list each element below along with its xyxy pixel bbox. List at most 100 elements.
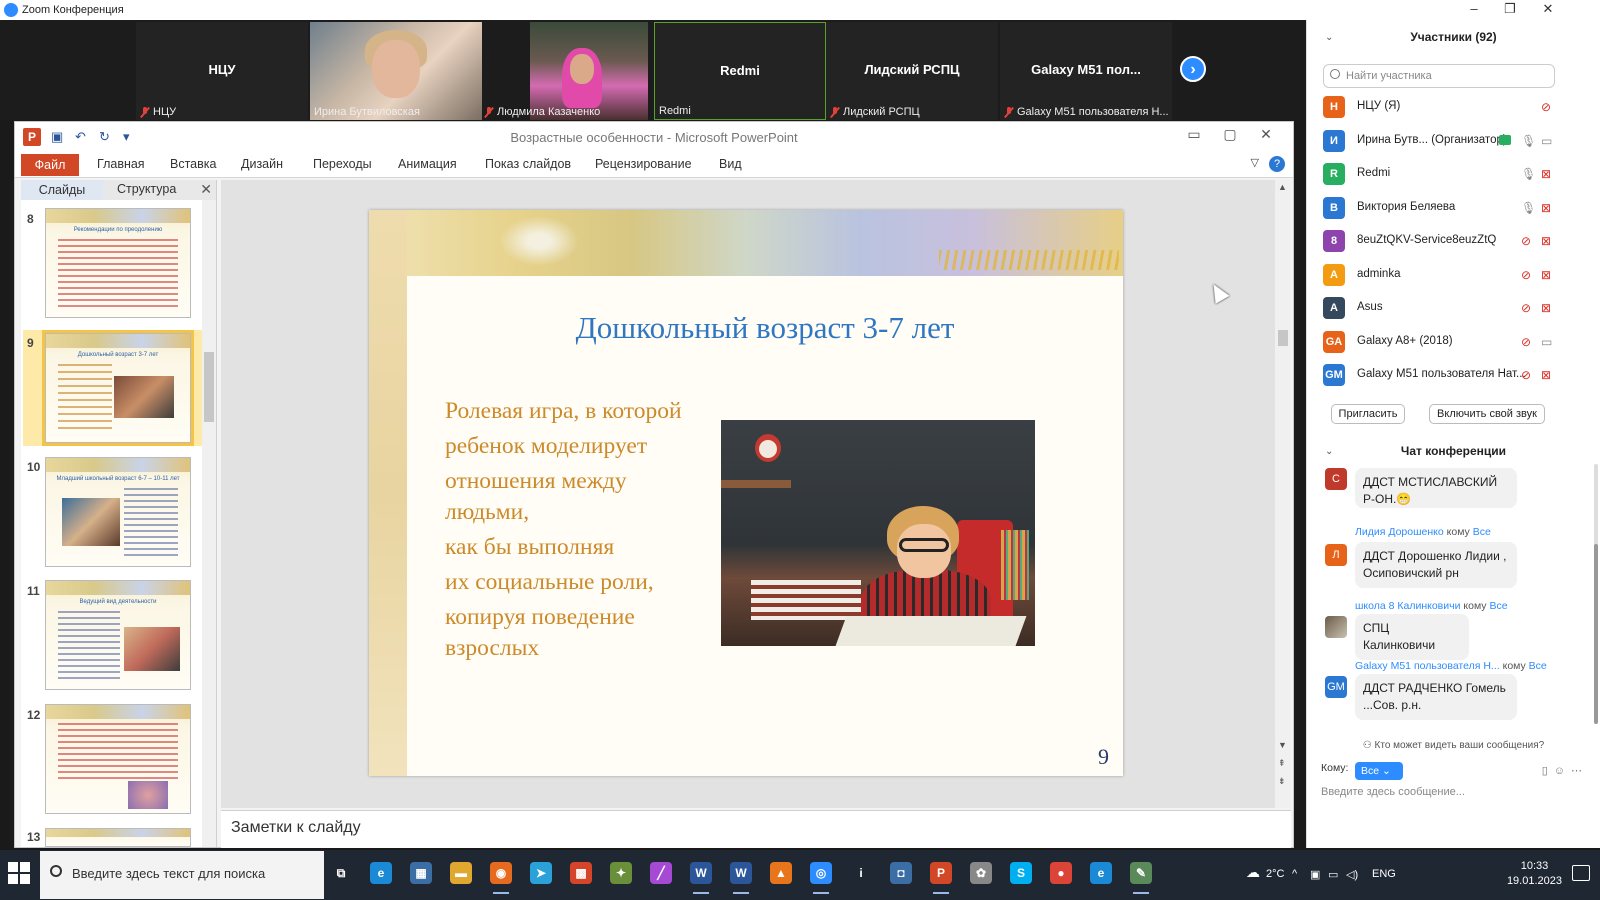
tab-animation[interactable]: Анимация [398,157,457,171]
editor-scrollbar[interactable]: ▲ ▼ ⇞ ⇟ [1275,180,1291,808]
video-off-icon[interactable]: ⊠ [1541,301,1551,315]
mic-muted-icon[interactable]: ⊘ [1521,301,1531,315]
help-icon[interactable]: ? [1269,156,1285,172]
notes-pane[interactable]: Заметки к слайду [221,810,1291,848]
app-icon[interactable]: ✦ [610,862,632,884]
notifications-icon[interactable] [1572,865,1590,881]
word-icon[interactable]: W [730,862,752,894]
app-icon[interactable]: ✿ [970,862,992,884]
video-off-icon[interactable]: ⊠ [1541,234,1551,248]
mic-muted-icon[interactable]: ⊘ [1521,335,1531,349]
participant-row[interactable]: Н НЦУ (Я) ⊘ [1323,94,1563,120]
store-icon[interactable]: ▦ [410,862,432,884]
minimize-icon[interactable]: – [1456,0,1492,20]
video-tile[interactable]: Ирина Бутвиловская [310,22,482,120]
ie-icon[interactable]: e [1090,862,1112,884]
mic-muted-icon[interactable]: ⊘ [1541,100,1551,114]
ppt-minimize-icon[interactable]: ▭ [1179,126,1209,143]
tray-chevron-icon[interactable]: ^ [1292,868,1297,880]
slide-thumbnail[interactable] [45,704,191,814]
video-icon[interactable]: ▭ [1541,134,1552,148]
slide-title[interactable]: Дошкольный возраст 3-7 лет [407,310,1123,346]
slide-canvas[interactable]: Дошкольный возраст 3-7 лет Ролевая игра,… [369,210,1123,776]
recipient-dropdown[interactable]: Все ⌄ [1355,762,1403,780]
mic-muted-icon[interactable]: ⊘ [1521,268,1531,282]
app-icon[interactable]: ▩ [570,862,592,884]
chrome-icon[interactable]: ● [1050,862,1072,884]
participant-search-input[interactable]: Найти участника [1323,64,1555,88]
scroll-up-icon[interactable]: ▲ [1278,182,1287,192]
vlc-icon[interactable]: ▲ [770,862,792,884]
scroll-down-icon[interactable]: ▼ [1278,740,1287,750]
ribbon-collapse-icon[interactable]: ▽ [1251,156,1259,169]
tab-transitions[interactable]: Переходы [313,157,372,171]
participant-row[interactable]: И Ирина Бутв... (Организатор) 🎙 ▭ [1323,128,1563,154]
mic-icon[interactable]: 🎙 [1521,134,1536,148]
tab-insert[interactable]: Вставка [170,157,216,171]
mic-icon[interactable]: 🎙 [1521,201,1536,215]
weather-temp[interactable]: 2°C [1266,868,1284,880]
firefox-icon[interactable]: ◉ [490,862,512,894]
mic-muted-icon[interactable]: ⊘ [1521,368,1531,382]
video-off-icon[interactable]: ⊠ [1541,268,1551,282]
participant-row[interactable]: A Asus ⊘ ⊠ [1323,295,1563,321]
skype-icon[interactable]: S [1010,862,1032,884]
language-indicator[interactable]: ENG [1372,868,1396,880]
zoom-icon[interactable]: ◎ [810,862,832,894]
participant-row[interactable]: R Redmi 🎙 ⊠ [1323,161,1563,187]
next-page-arrow-icon[interactable]: › [1180,56,1206,82]
word-icon[interactable]: W [690,862,712,894]
prev-slide-icon[interactable]: ⇞ [1278,758,1286,769]
invite-button[interactable]: Пригласить [1331,404,1405,424]
info-icon[interactable]: i [850,862,872,884]
ppt-restore-icon[interactable]: ▢ [1215,126,1245,143]
video-off-icon[interactable]: ⊠ [1541,201,1551,215]
emoji-icon[interactable]: ☺ [1554,765,1571,777]
video-off-icon[interactable]: ⊠ [1541,167,1551,181]
tab-design[interactable]: Дизайн [241,157,283,171]
participant-row[interactable]: Aadminka ⊘ ⊠ [1323,262,1563,288]
slide-thumbnail-selected[interactable]: Дошкольный возраст 3-7 лет [42,330,194,446]
taskbar-search-input[interactable]: Введите здесь текст для поиска [40,851,324,899]
scroll-thumb[interactable] [204,352,214,422]
weather-icon[interactable]: ☁ [1246,864,1260,881]
video-tile[interactable]: Galaxy M51 пол... Galaxy M51 пользовател… [1000,22,1172,120]
file-explorer-icon[interactable]: ▬ [450,862,472,884]
telegram-icon[interactable]: ➤ [530,862,552,884]
unmute-button[interactable]: Включить свой звук [1429,404,1545,424]
slide-thumbnail[interactable]: Младший школьный возраст 6-7 – 10-11 лет [45,457,191,567]
slide-thumbnail[interactable]: Ведущий вид деятельности [45,580,191,690]
tab-file[interactable]: Файл [21,154,79,176]
volume-icon[interactable]: ◁) [1346,868,1358,881]
task-view-icon[interactable]: ⧉ [330,862,352,884]
slide-thumbnail[interactable] [45,828,191,847]
tab-slides[interactable]: Слайды [21,180,103,200]
chat-scrollbar[interactable] [1594,464,1598,724]
video-off-icon[interactable]: ⊠ [1541,368,1551,382]
tab-home[interactable]: Главная [97,157,145,171]
tab-outline[interactable]: Структура [117,182,176,196]
ppt-close-icon[interactable]: ✕ [1251,126,1281,143]
participant-row[interactable]: 8 8euZtQKV-Service8euzZtQ ⊘ ⊠ [1323,228,1563,254]
scroll-thumb[interactable] [1278,330,1288,346]
scroll-thumb[interactable] [1594,544,1598,724]
app-icon[interactable]: ╱ [650,862,672,884]
file-icon[interactable]: ▯ [1542,765,1554,777]
restore-icon[interactable]: ❐ [1492,0,1528,20]
network-icon[interactable]: ▭ [1328,868,1338,881]
participant-row[interactable]: GA Galaxy A8+ (2018) ⊘ ▭ [1323,329,1563,355]
tab-view[interactable]: Вид [719,157,742,171]
mic-icon[interactable]: 🎙 [1521,167,1536,181]
message-visibility-link[interactable]: ⚇ Кто может видеть ваши сообщения? [1307,740,1600,751]
slide-thumbnail[interactable]: Рекомендации по преодолению [45,208,191,318]
video-tile-active-speaker[interactable]: Redmi Redmi [654,22,826,120]
video-tile[interactable]: Лидский РСПЦ Лидский РСПЦ [826,22,998,120]
participant-row[interactable]: В Виктория Беляева 🎙 ⊠ [1323,195,1563,221]
clock[interactable]: 10:33 19.01.2023 [1507,859,1562,889]
slide-photo[interactable] [721,420,1035,646]
powerpoint-icon[interactable]: P [930,862,952,894]
camera-icon[interactable]: ◘ [890,862,912,884]
mic-muted-icon[interactable]: ⊘ [1521,234,1531,248]
tab-slideshow[interactable]: Показ слайдов [485,157,571,171]
tab-review[interactable]: Рецензирование [595,157,692,171]
